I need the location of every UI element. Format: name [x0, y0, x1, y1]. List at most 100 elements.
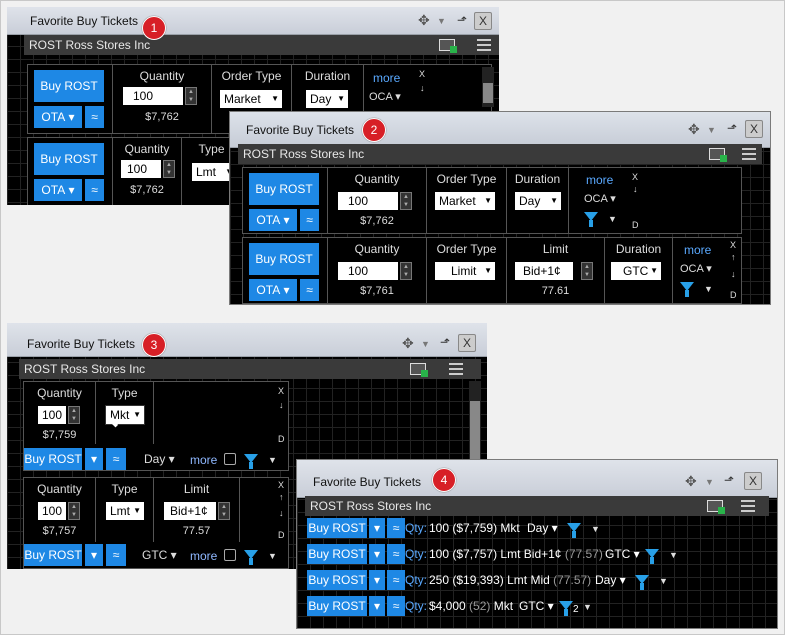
menu-icon[interactable] [477, 39, 491, 51]
chart-icon[interactable]: ≈ [85, 179, 104, 201]
quantity-stepper[interactable]: ▲ ▼ [68, 406, 80, 424]
ota-dropdown[interactable]: OTA ▾ [34, 106, 82, 128]
detail-icon[interactable]: D [730, 290, 737, 300]
filter-icon[interactable] [244, 454, 258, 469]
quantity-stepper[interactable]: ▲ ▼ [185, 87, 197, 105]
order-type-select[interactable]: Market [220, 90, 282, 108]
more-link[interactable]: more [190, 453, 217, 467]
pin-icon[interactable]: ⬏ [440, 335, 450, 349]
quantity-input[interactable]: 100 [123, 87, 183, 105]
duration-select[interactable]: Day [515, 192, 561, 210]
chevron-down-icon[interactable]: ▼ [268, 455, 277, 465]
chevron-down-icon[interactable]: ▼ [707, 125, 716, 135]
add-ticket-icon[interactable] [410, 363, 428, 377]
oca-dropdown[interactable]: OCA ▾ [369, 90, 401, 103]
move-down-icon[interactable]: ↓ [279, 508, 284, 518]
more-link[interactable]: more [373, 71, 400, 85]
remove-icon[interactable]: X [278, 386, 284, 396]
remove-icon[interactable]: X [278, 480, 284, 490]
quantity-input[interactable]: 100 [338, 262, 398, 280]
detail-icon[interactable]: D [632, 220, 639, 230]
buy-button[interactable]: Buy ROST [307, 570, 367, 590]
more-link[interactable]: more [190, 549, 217, 563]
order-type-select[interactable]: Limit [435, 262, 495, 280]
qty-value[interactable]: $4,000 (52) Mkt [429, 599, 513, 613]
filter-icon[interactable] [584, 212, 598, 227]
duration-select[interactable]: GTC [611, 262, 661, 280]
quantity-stepper[interactable]: ▲ ▼ [68, 502, 80, 520]
chart-icon[interactable]: ≈ [300, 279, 319, 301]
chevron-down-icon[interactable]: ▼ [659, 576, 668, 586]
oca-dropdown[interactable]: OCA ▾ [680, 262, 712, 275]
pin-icon[interactable]: ⬏ [724, 473, 734, 487]
close-button[interactable]: X [458, 334, 476, 352]
filter-icon[interactable] [635, 575, 649, 590]
chevron-down-icon[interactable]: ▼ [669, 550, 678, 560]
menu-icon[interactable] [742, 148, 756, 160]
chevron-down-icon[interactable]: ▼ [704, 284, 713, 294]
move-up-icon[interactable]: ↑ [731, 252, 736, 262]
ota-dropdown[interactable]: ▾ [369, 596, 385, 616]
buy-button[interactable]: Buy ROST [307, 544, 367, 564]
close-button[interactable]: X [474, 12, 492, 30]
ota-dropdown[interactable]: ▾ [85, 544, 103, 566]
duration-dropdown[interactable]: GTC ▾ [142, 548, 177, 562]
buy-button[interactable]: Buy ROST [307, 596, 367, 616]
chart-icon[interactable]: ≈ [106, 448, 126, 470]
chevron-down-icon[interactable]: ▼ [268, 551, 277, 561]
move-down-icon[interactable]: ↓ [731, 269, 736, 279]
move-up-icon[interactable]: ↑ [279, 492, 284, 502]
chevron-down-icon[interactable]: ▼ [437, 16, 446, 26]
menu-icon[interactable] [741, 500, 755, 512]
move-down-icon[interactable]: ↓ [279, 400, 284, 410]
scrollbar[interactable] [482, 67, 494, 107]
duration-dropdown[interactable]: Day ▾ [595, 573, 626, 587]
ota-dropdown[interactable]: ▾ [369, 518, 385, 538]
close-button[interactable]: X [745, 120, 763, 138]
chevron-down-icon[interactable]: ▼ [421, 339, 430, 349]
buy-button[interactable]: Buy ROST [34, 143, 104, 175]
quantity-input[interactable]: 100 [38, 502, 66, 520]
filter-icon[interactable] [567, 523, 581, 538]
more-link[interactable]: more [586, 173, 613, 187]
detail-icon[interactable]: D [278, 434, 285, 444]
remove-icon[interactable]: X [419, 69, 425, 79]
chevron-down-icon[interactable]: ▼ [583, 602, 592, 612]
filter-icon[interactable] [559, 601, 573, 616]
move-icon[interactable]: ✥ [688, 121, 700, 138]
quantity-stepper[interactable]: ▲ ▼ [163, 160, 175, 178]
add-ticket-icon[interactable] [709, 148, 727, 162]
menu-icon[interactable] [449, 363, 463, 375]
remove-icon[interactable]: X [730, 240, 736, 250]
limit-input[interactable]: Bid+1¢ [164, 502, 216, 520]
duration-dropdown[interactable]: Day ▾ [527, 521, 558, 535]
chart-icon[interactable]: ≈ [387, 518, 405, 538]
buy-button[interactable]: Buy ROST [307, 518, 367, 538]
duration-dropdown[interactable]: GTC ▾ [605, 547, 640, 561]
ota-dropdown[interactable]: ▾ [85, 448, 103, 470]
duration-dropdown[interactable]: GTC ▾ [519, 599, 554, 613]
filter-icon[interactable] [645, 549, 659, 564]
qty-value[interactable]: 100 ($7,757) Lmt Bid+1¢ (77.57) [429, 547, 603, 561]
quantity-stepper[interactable]: ▲ ▼ [400, 262, 412, 280]
chart-icon[interactable]: ≈ [300, 209, 319, 231]
move-down-icon[interactable]: ↓ [633, 184, 638, 194]
checkbox[interactable] [224, 453, 236, 465]
chart-icon[interactable]: ≈ [387, 544, 405, 564]
more-link[interactable]: more [684, 243, 711, 257]
quantity-input[interactable]: 100 [121, 160, 161, 178]
ota-dropdown[interactable]: OTA ▾ [249, 279, 297, 301]
buy-button[interactable]: Buy ROST [34, 70, 104, 102]
oca-dropdown[interactable]: OCA ▾ [584, 192, 616, 205]
close-button[interactable]: X [744, 472, 762, 490]
quantity-input[interactable]: 100 [38, 406, 66, 424]
add-ticket-icon[interactable] [439, 39, 457, 53]
add-ticket-icon[interactable] [707, 500, 725, 514]
order-type-select[interactable]: Market [435, 192, 495, 210]
move-down-icon[interactable]: ↓ [420, 83, 425, 93]
quantity-input[interactable]: 100 [338, 192, 398, 210]
ota-dropdown[interactable]: ▾ [369, 544, 385, 564]
move-icon[interactable]: ✥ [418, 12, 430, 29]
title-bar[interactable]: Favorite Buy Tickets ✥ ▼ ⬏ X [230, 112, 770, 148]
chevron-down-icon[interactable]: ▼ [591, 524, 600, 534]
